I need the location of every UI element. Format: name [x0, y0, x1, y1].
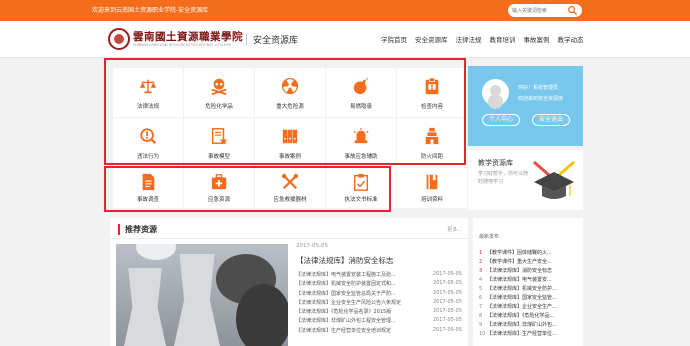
more-link[interactable]: 更多... — [447, 226, 462, 233]
latest-item[interactable]: 9 【法律法规库】非煤矿山外包... — [479, 321, 557, 330]
list-item[interactable]: 【法律法规库】非煤矿山外包工程安全管理... 2017-05-05 — [296, 316, 462, 325]
graduation-cap-icon — [533, 160, 575, 199]
latest-item[interactable]: 6 【法律法规库】国家安全监管... — [479, 294, 557, 303]
latest-item[interactable]: 5 【法律法规库】机械安全防护... — [479, 285, 557, 294]
featured-image[interactable] — [116, 244, 288, 346]
resource-title: 教学资源库 — [478, 159, 513, 167]
header: 雲南國土資源職業學院 YUNNAN LAND AND RESOURCES VOC… — [0, 21, 690, 58]
list-item[interactable]: 【法律法规库】机械安全防护装置固定式和... 2017-05-05 — [296, 279, 462, 288]
nav-teaching-news[interactable]: 教学动态 — [558, 34, 584, 44]
nav-safety-library[interactable]: 安全资源库 — [415, 34, 448, 44]
list-item[interactable]: 【法律法规库】生产经营单位安全培训规定 2017-05-05 — [296, 326, 462, 335]
tile-label: 培训资料 — [420, 197, 443, 203]
user-role: 欢迎来到安全资源库 — [518, 96, 564, 102]
book-bookmark-icon — [426, 174, 438, 190]
latest-item[interactable]: 2 【教学课件】重大生产安全... — [479, 258, 552, 267]
highlight-box-bottom — [104, 166, 391, 212]
school-name-en: YUNNAN LAND AND RESOURCES VOCATIONAL COL… — [133, 43, 232, 47]
list-item[interactable]: 【法律法规库】企业安全生产风险公告六条规定 2017-05-05 — [296, 298, 462, 307]
latest-section: 最新发布 1 【教学课件】固体储罐的火... 2 【教学课件】重大生产安全... 3… — [473, 218, 583, 346]
search-icon[interactable] — [567, 5, 578, 16]
divider — [110, 238, 468, 239]
personal-center-button[interactable]: 个人中心 — [482, 114, 520, 126]
school-logo[interactable] — [108, 28, 130, 50]
site-name: 安全资源库 — [246, 33, 298, 46]
avatar — [482, 79, 509, 106]
latest-item[interactable]: 8 【法律法规库】《危险化学品... — [479, 312, 554, 321]
welcome-text: 欢迎来到云南国土资源职业学院-安全资源库 — [92, 7, 209, 14]
recommended-section: 推荐资源 更多... 2017-05-05 【法律法规库】消防安全标志 【法律法… — [110, 218, 468, 346]
list-item[interactable]: 【法律法规库】国家安全监管总局关于严防... 2017-05-05 — [296, 289, 462, 298]
list-item[interactable]: 【法律法规库】电气装置安装工程施工及验... 2017-05-05 — [296, 270, 462, 279]
top-bar: 欢迎来到云南国土资源职业学院-安全资源库 — [0, 0, 690, 21]
logout-button[interactable]: 安全退出 — [532, 114, 570, 126]
highlight-box-top — [104, 58, 466, 165]
section-title: 推荐资源 — [118, 224, 157, 235]
list-item[interactable]: 【法律法规库】《危险化学品名录》2015版 2017-05-05 — [296, 307, 462, 316]
resource-panel[interactable]: 教学资源库 学习好帮手，你可以随时随地学习 — [468, 150, 583, 210]
search-input[interactable] — [512, 5, 564, 16]
user-panel: 你好！系统管理员 欢迎来到安全资源库 个人中心 安全退出 — [468, 66, 583, 146]
nav-training[interactable]: 教育培训 — [490, 34, 516, 44]
latest-item[interactable]: 3 【法律法规库】消防安全标志 — [479, 267, 552, 276]
recommend-list: 【法律法规库】电气装置安装工程施工及验... 2017-05-05 【法律法规库】… — [296, 270, 462, 335]
resource-desc: 学习好帮手，你可以随时随地学习 — [478, 171, 529, 185]
user-greeting: 你好！系统管理员 — [518, 85, 559, 91]
tile-training-materials[interactable]: 培训资料 — [397, 168, 467, 208]
nav-laws[interactable]: 法律法规 — [456, 34, 482, 44]
main-nav: 学院首页 安全资源库 法律法规 教育培训 事故案例 教学动态 — [381, 34, 584, 44]
featured-date: 2017-05-05 — [296, 243, 328, 249]
nav-home[interactable]: 学院首页 — [381, 34, 407, 44]
latest-title: 最新发布 — [479, 234, 500, 240]
latest-item[interactable]: 7 【法律法规库】企业安全生产... — [479, 303, 557, 312]
search-box[interactable] — [508, 4, 582, 17]
latest-item[interactable]: 4 【法律法规库】电气装置安... — [479, 276, 552, 285]
featured-title[interactable]: 【法律法规库】消防安全标志 — [296, 255, 394, 266]
school-name[interactable]: 雲南國土資源職業學院 — [133, 29, 243, 44]
latest-item[interactable]: 10 【法律法规库】生产经营单位... — [479, 330, 557, 339]
latest-item[interactable]: 1 【教学课件】固体储罐的火... — [479, 249, 552, 258]
nav-accident-cases[interactable]: 事故案例 — [524, 34, 550, 44]
